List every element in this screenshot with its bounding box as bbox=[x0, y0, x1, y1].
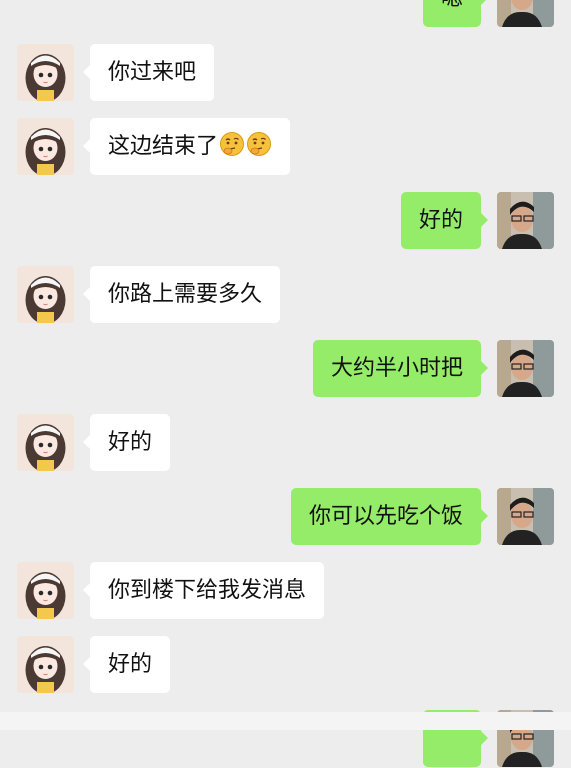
girl-avatar-icon bbox=[17, 414, 74, 471]
message-bubble[interactable]: 你到楼下给我发消息 bbox=[82, 562, 325, 619]
message-bubble[interactable]: 好的 bbox=[400, 192, 489, 249]
self-avatar[interactable] bbox=[497, 340, 554, 397]
message-bubble[interactable]: 你可以先吃个饭 bbox=[290, 488, 489, 545]
message-bubble[interactable]: 好的 bbox=[82, 636, 171, 693]
message-bubble[interactable]: 大约半小时把 bbox=[312, 340, 489, 397]
girl-avatar-icon bbox=[17, 562, 74, 619]
message-text: 好的 bbox=[418, 208, 463, 233]
contact-avatar[interactable] bbox=[17, 636, 74, 693]
message-text: 嗯 bbox=[441, 0, 463, 11]
man-avatar-icon bbox=[497, 340, 554, 397]
message-row: 你过来吧 bbox=[0, 44, 571, 102]
message-row: 嗯 bbox=[0, 0, 571, 28]
girl-avatar-icon bbox=[17, 636, 74, 693]
message-text: 你路上需要多久 bbox=[108, 282, 263, 307]
message-row: 你可以先吃个饭 bbox=[0, 488, 571, 546]
self-avatar[interactable] bbox=[497, 0, 554, 27]
message-bubble[interactable]: 你过来吧 bbox=[82, 44, 215, 101]
message-row: 大约半小时把 bbox=[0, 340, 571, 398]
message-text: 你可以先吃个饭 bbox=[308, 504, 463, 529]
contact-avatar[interactable] bbox=[17, 562, 74, 619]
message-row: 好的 bbox=[0, 636, 571, 694]
message-bubble[interactable]: 你路上需要多久 bbox=[82, 266, 281, 323]
message-text: 你过来吧 bbox=[108, 60, 197, 85]
message-text: 这边结束了 bbox=[108, 134, 219, 159]
girl-avatar-icon bbox=[17, 266, 74, 323]
thinking-emoji-icon bbox=[219, 131, 245, 157]
girl-avatar-icon bbox=[17, 118, 74, 175]
man-avatar-icon bbox=[497, 0, 554, 27]
message-bubble[interactable]: 这边结束了 bbox=[82, 118, 291, 175]
man-avatar-icon bbox=[497, 192, 554, 249]
contact-avatar[interactable] bbox=[17, 414, 74, 471]
contact-avatar[interactable] bbox=[17, 44, 74, 101]
contact-avatar[interactable] bbox=[17, 118, 74, 175]
message-row: 这边结束了 bbox=[0, 118, 571, 176]
input-bar[interactable] bbox=[0, 712, 571, 730]
message-text: 你到楼下给我发消息 bbox=[108, 578, 307, 603]
message-row: 你路上需要多久 bbox=[0, 266, 571, 324]
message-bubble[interactable]: 嗯 bbox=[422, 0, 489, 27]
message-text: 好的 bbox=[108, 652, 153, 677]
message-row: 好的 bbox=[0, 414, 571, 472]
message-bubble[interactable]: 好的 bbox=[82, 414, 171, 471]
contact-avatar[interactable] bbox=[17, 266, 74, 323]
thinking-emoji-icon bbox=[246, 131, 272, 157]
message-text: 大约半小时把 bbox=[330, 356, 463, 381]
self-avatar[interactable] bbox=[497, 192, 554, 249]
message-text: 好的 bbox=[108, 430, 153, 455]
message-row: 好的 bbox=[0, 192, 571, 250]
girl-avatar-icon bbox=[17, 44, 74, 101]
man-avatar-icon bbox=[497, 488, 554, 545]
message-row: 你到楼下给我发消息 bbox=[0, 562, 571, 620]
self-avatar[interactable] bbox=[497, 488, 554, 545]
